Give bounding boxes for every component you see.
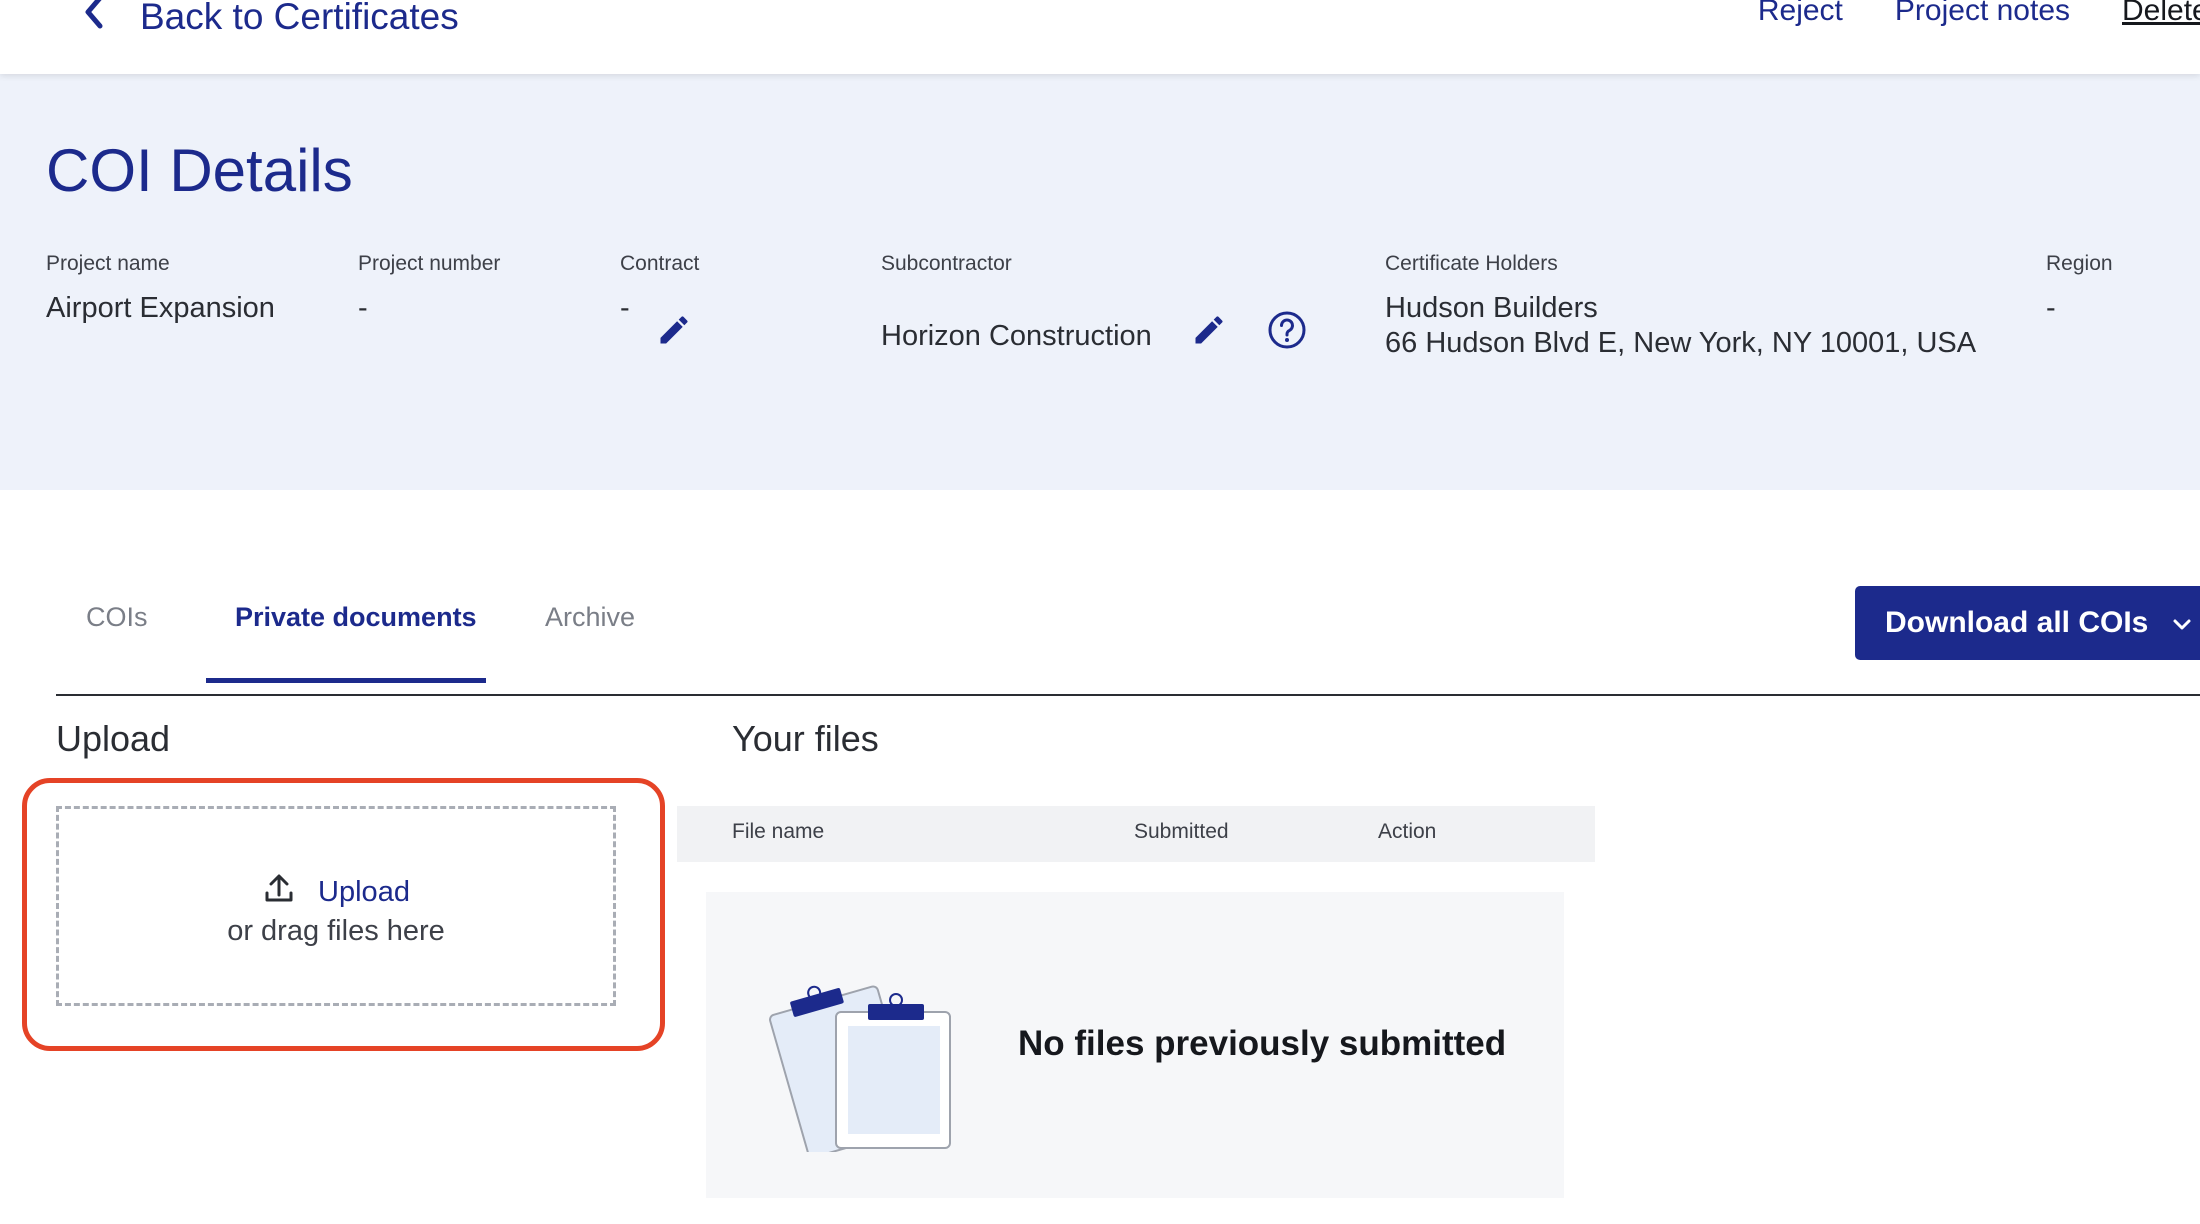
tab-cois[interactable]: COIs bbox=[86, 602, 148, 633]
delete-link[interactable]: Delete bbox=[2122, 0, 2200, 28]
project-notes-link[interactable]: Project notes bbox=[1895, 0, 2070, 28]
project-number-value: - bbox=[358, 292, 368, 324]
upload-link-label: Upload bbox=[318, 875, 410, 908]
region-label: Region bbox=[2046, 252, 2113, 275]
active-tab-indicator bbox=[206, 678, 486, 683]
column-file-name: File name bbox=[732, 820, 825, 843]
project-name-label: Project name bbox=[46, 252, 170, 275]
clipboard-illustration-icon bbox=[764, 952, 964, 1159]
chevron-left-icon bbox=[80, 0, 110, 39]
project-number-label: Project number bbox=[358, 252, 501, 275]
contract-field: Contract - bbox=[620, 252, 700, 344]
upload-link[interactable]: Upload bbox=[59, 871, 613, 913]
subcontractor-field: Subcontractor Horizon Construction bbox=[881, 252, 1306, 352]
help-circle-icon[interactable] bbox=[1267, 310, 1307, 355]
your-files-title: Your files bbox=[732, 718, 879, 759]
certificate-holders-value: Hudson Builders 66 Hudson Blvd E, New Yo… bbox=[1385, 292, 1976, 360]
page-title: COI Details bbox=[46, 137, 353, 204]
upload-dropzone[interactable]: Upload or drag files here bbox=[56, 806, 616, 1006]
contract-label: Contract bbox=[620, 252, 700, 275]
certificate-holder-address: 66 Hudson Blvd E, New York, NY 10001, US… bbox=[1385, 327, 1977, 359]
empty-files-state: No files previously submitted bbox=[706, 892, 1564, 1198]
download-all-cois-button[interactable]: Download all COIs bbox=[1855, 586, 2200, 660]
top-bar: Back to Certificates Reject Project note… bbox=[0, 0, 2200, 74]
edit-contract-pencil-icon[interactable] bbox=[656, 312, 692, 353]
files-table-header: File name Submitted Action bbox=[677, 806, 1595, 862]
column-submitted: Submitted bbox=[1134, 820, 1229, 843]
reject-link[interactable]: Reject bbox=[1758, 0, 1843, 28]
download-all-cois-label: Download all COIs bbox=[1885, 606, 2149, 639]
tab-archive[interactable]: Archive bbox=[545, 602, 635, 633]
top-actions: Reject Project notes Delete bbox=[1706, 0, 2200, 28]
project-name-value: Airport Expansion bbox=[46, 292, 275, 324]
project-name-field: Project name Airport Expansion bbox=[46, 252, 275, 324]
edit-subcontractor-pencil-icon[interactable] bbox=[1191, 312, 1227, 353]
contract-value: - bbox=[620, 292, 630, 324]
coi-details-header: COI Details Project name Airport Expansi… bbox=[0, 74, 2200, 490]
certificate-holders-label: Certificate Holders bbox=[1385, 252, 1558, 275]
back-to-certificates-link[interactable]: Back to Certificates bbox=[80, 0, 459, 39]
empty-files-message: No files previously submitted bbox=[1018, 1024, 1507, 1063]
tab-private-documents[interactable]: Private documents bbox=[235, 602, 477, 633]
column-action: Action bbox=[1378, 820, 1437, 843]
project-number-field: Project number - bbox=[358, 252, 501, 324]
region-value: - bbox=[2046, 292, 2056, 324]
back-label: Back to Certificates bbox=[140, 0, 459, 37]
upload-section-title: Upload bbox=[56, 718, 171, 759]
subcontractor-label: Subcontractor bbox=[881, 252, 1012, 275]
certificate-holders-field: Certificate Holders Hudson Builders 66 H… bbox=[1385, 252, 1976, 359]
drag-files-hint: or drag files here bbox=[227, 915, 445, 947]
subcontractor-value: Horizon Construction bbox=[881, 320, 1152, 352]
certificate-holder-name: Hudson Builders bbox=[1385, 292, 1598, 324]
chevron-down-icon bbox=[2172, 606, 2192, 640]
region-field: Region - bbox=[2046, 252, 2113, 324]
upload-icon bbox=[262, 871, 296, 913]
